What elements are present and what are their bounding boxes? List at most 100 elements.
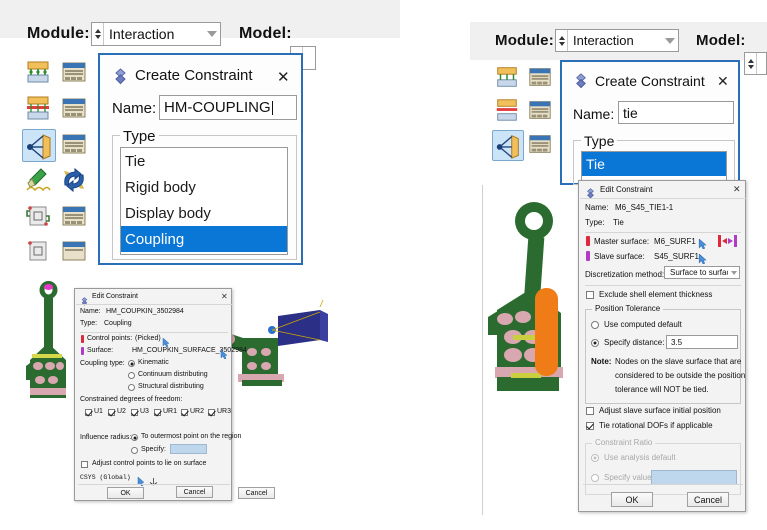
module-combobox[interactable]: Interaction	[91, 22, 221, 46]
influence-option-outermost: To outermost point on the region	[141, 433, 242, 440]
master-surface-marker-icon	[586, 236, 590, 246]
footer-divider	[78, 484, 230, 485]
close-icon[interactable]: ✕	[733, 184, 741, 195]
influence-specify-input[interactable]	[170, 444, 207, 454]
ratio-specify-input	[651, 470, 737, 485]
cancel-button-left[interactable]: Cancel	[238, 487, 275, 499]
tolerance-radio-computed-default[interactable]	[591, 321, 599, 329]
dof-checkbox-u2[interactable]	[108, 409, 115, 416]
viewport-model-right[interactable]	[482, 185, 583, 515]
create-connector-assignment-icon[interactable]	[24, 238, 52, 264]
abaqus-logo-icon	[585, 186, 596, 204]
dof-label-ur1: UR1	[163, 408, 178, 415]
find-contact-pairs-icon[interactable]	[60, 166, 88, 194]
coupling-radio-structural[interactable]	[128, 384, 135, 391]
cancel-button-right[interactable]: Cancel	[687, 492, 729, 507]
discretization-combobox[interactable]: Surface to surface	[664, 266, 740, 279]
type-option-tie[interactable]: Tie	[121, 148, 287, 174]
edit-type-value-left: Coupling	[104, 320, 132, 327]
edit-type-label-left: Type:	[80, 320, 98, 327]
slave-surface-value: S45_SURF1	[654, 252, 699, 261]
tie-rotational-dofs-checkbox[interactable]	[586, 422, 594, 430]
constraint-ratio-group	[585, 443, 741, 495]
module-spinner[interactable]	[92, 23, 104, 45]
dof-checkbox-ur3[interactable]	[208, 409, 215, 416]
dof-checkbox-ur1[interactable]	[154, 409, 161, 416]
module-value: Interaction	[109, 26, 175, 42]
exclude-shell-thickness-checkbox[interactable]	[586, 291, 594, 299]
module-value: Interaction	[573, 33, 634, 48]
constraint-manager-icon[interactable]	[527, 131, 553, 157]
type-option-rigid-body[interactable]: Rigid body	[121, 174, 287, 200]
tolerance-option-specify-distance: Specify distance:	[604, 338, 665, 347]
specify-distance-input[interactable]: 3.5	[666, 335, 738, 349]
close-icon[interactable]: ✕	[717, 73, 729, 90]
edit-constraint-dialog-right: Edit Constraint ✕ Name: M6_S45_TIE1-1 Ty…	[578, 180, 746, 512]
create-connector-section-icon[interactable]	[24, 202, 52, 230]
create-interaction-icon[interactable]	[494, 64, 520, 90]
adjust-slave-position-checkbox[interactable]	[586, 407, 594, 415]
close-icon[interactable]: ✕	[221, 292, 228, 301]
connector-assignment-manager-icon[interactable]	[60, 238, 88, 264]
dof-label-ur3: UR3	[217, 408, 232, 415]
model-spinner[interactable]	[745, 53, 757, 74]
constraint-name-input-right[interactable]: tie	[618, 101, 734, 124]
create-constraint-icon[interactable]	[22, 129, 56, 162]
adjust-slave-position-label: Adjust slave surface initial position	[599, 406, 721, 415]
control-points-value: (Picked)	[135, 335, 161, 342]
interaction-property-manager-icon[interactable]	[60, 94, 88, 122]
close-icon[interactable]: ✕	[277, 68, 290, 86]
ok-button-right[interactable]: OK	[611, 492, 653, 507]
dof-checkbox-ur2[interactable]	[181, 409, 188, 416]
type-option-display-body[interactable]: Display body	[121, 200, 287, 226]
dof-checkbox-u1[interactable]	[85, 409, 92, 416]
create-contact-initialization-icon[interactable]	[24, 166, 52, 194]
tolerance-radio-specify-distance[interactable]	[591, 339, 599, 347]
create-interaction-icon[interactable]	[24, 58, 52, 86]
constraint-name-input-left[interactable]: HM-COUPLING	[159, 95, 297, 120]
interaction-manager-icon[interactable]	[527, 64, 553, 90]
master-surface-value: M6_SURF1	[654, 237, 696, 246]
interaction-property-manager-icon[interactable]	[527, 97, 553, 123]
title-divider	[76, 304, 232, 305]
create-interaction-property-icon[interactable]	[494, 97, 520, 123]
type-listbox-left[interactable]: Tie Rigid body Display body Coupling	[120, 147, 288, 255]
swap-surfaces-icon[interactable]	[718, 234, 737, 253]
edit-constraint-title-right: Edit Constraint	[600, 185, 653, 194]
coupling-radio-kinematic[interactable]	[128, 360, 135, 367]
abaqus-logo-icon	[112, 68, 129, 90]
model-label: Model:	[696, 32, 746, 49]
constraint-manager-icon[interactable]	[60, 130, 88, 158]
module-spinner[interactable]	[556, 30, 568, 51]
header-divider	[80, 332, 228, 333]
edit-constraint-dialog-left: Edit Constraint ✕ Name: HM_COUPKIN_35029…	[74, 288, 275, 501]
create-constraint-icon[interactable]	[492, 130, 524, 161]
create-interaction-property-icon[interactable]	[24, 94, 52, 122]
chevron-down-icon[interactable]	[662, 30, 678, 51]
connector-section-manager-icon[interactable]	[60, 202, 88, 230]
slave-surface-marker-icon	[586, 251, 590, 261]
interaction-manager-icon[interactable]	[60, 58, 88, 86]
dof-checkbox-u3[interactable]	[131, 409, 138, 416]
influence-radio-outermost[interactable]	[131, 434, 138, 441]
type-option-tie[interactable]: Tie	[582, 152, 726, 176]
dof-label-u1: U1	[94, 408, 103, 415]
coupling-radio-continuum[interactable]	[128, 372, 135, 379]
model-combobox[interactable]	[744, 52, 767, 75]
adjust-control-points-checkbox[interactable]	[81, 461, 88, 468]
module-combobox[interactable]: Interaction	[555, 29, 679, 52]
edit-region-cursor-icon[interactable]	[220, 346, 228, 364]
chevron-down-icon[interactable]	[728, 267, 739, 278]
ok-button-left[interactable]: OK	[107, 487, 144, 499]
edit-constraint-title-left: Edit Constraint	[92, 293, 138, 300]
dof-label-ur2: UR2	[190, 408, 205, 415]
cancel-button-left-fixed[interactable]: Cancel	[176, 486, 213, 498]
text-caret	[271, 100, 273, 115]
csys-triad-icon[interactable]	[149, 473, 158, 491]
chevron-down-icon[interactable]	[204, 23, 220, 45]
influence-radio-specify[interactable]	[131, 447, 138, 454]
note-line-3: tolerance will NOT be tied.	[615, 385, 709, 394]
slave-surface-label: Slave surface:	[594, 252, 645, 261]
type-option-coupling[interactable]: Coupling	[121, 226, 287, 252]
header-divider	[585, 232, 741, 233]
